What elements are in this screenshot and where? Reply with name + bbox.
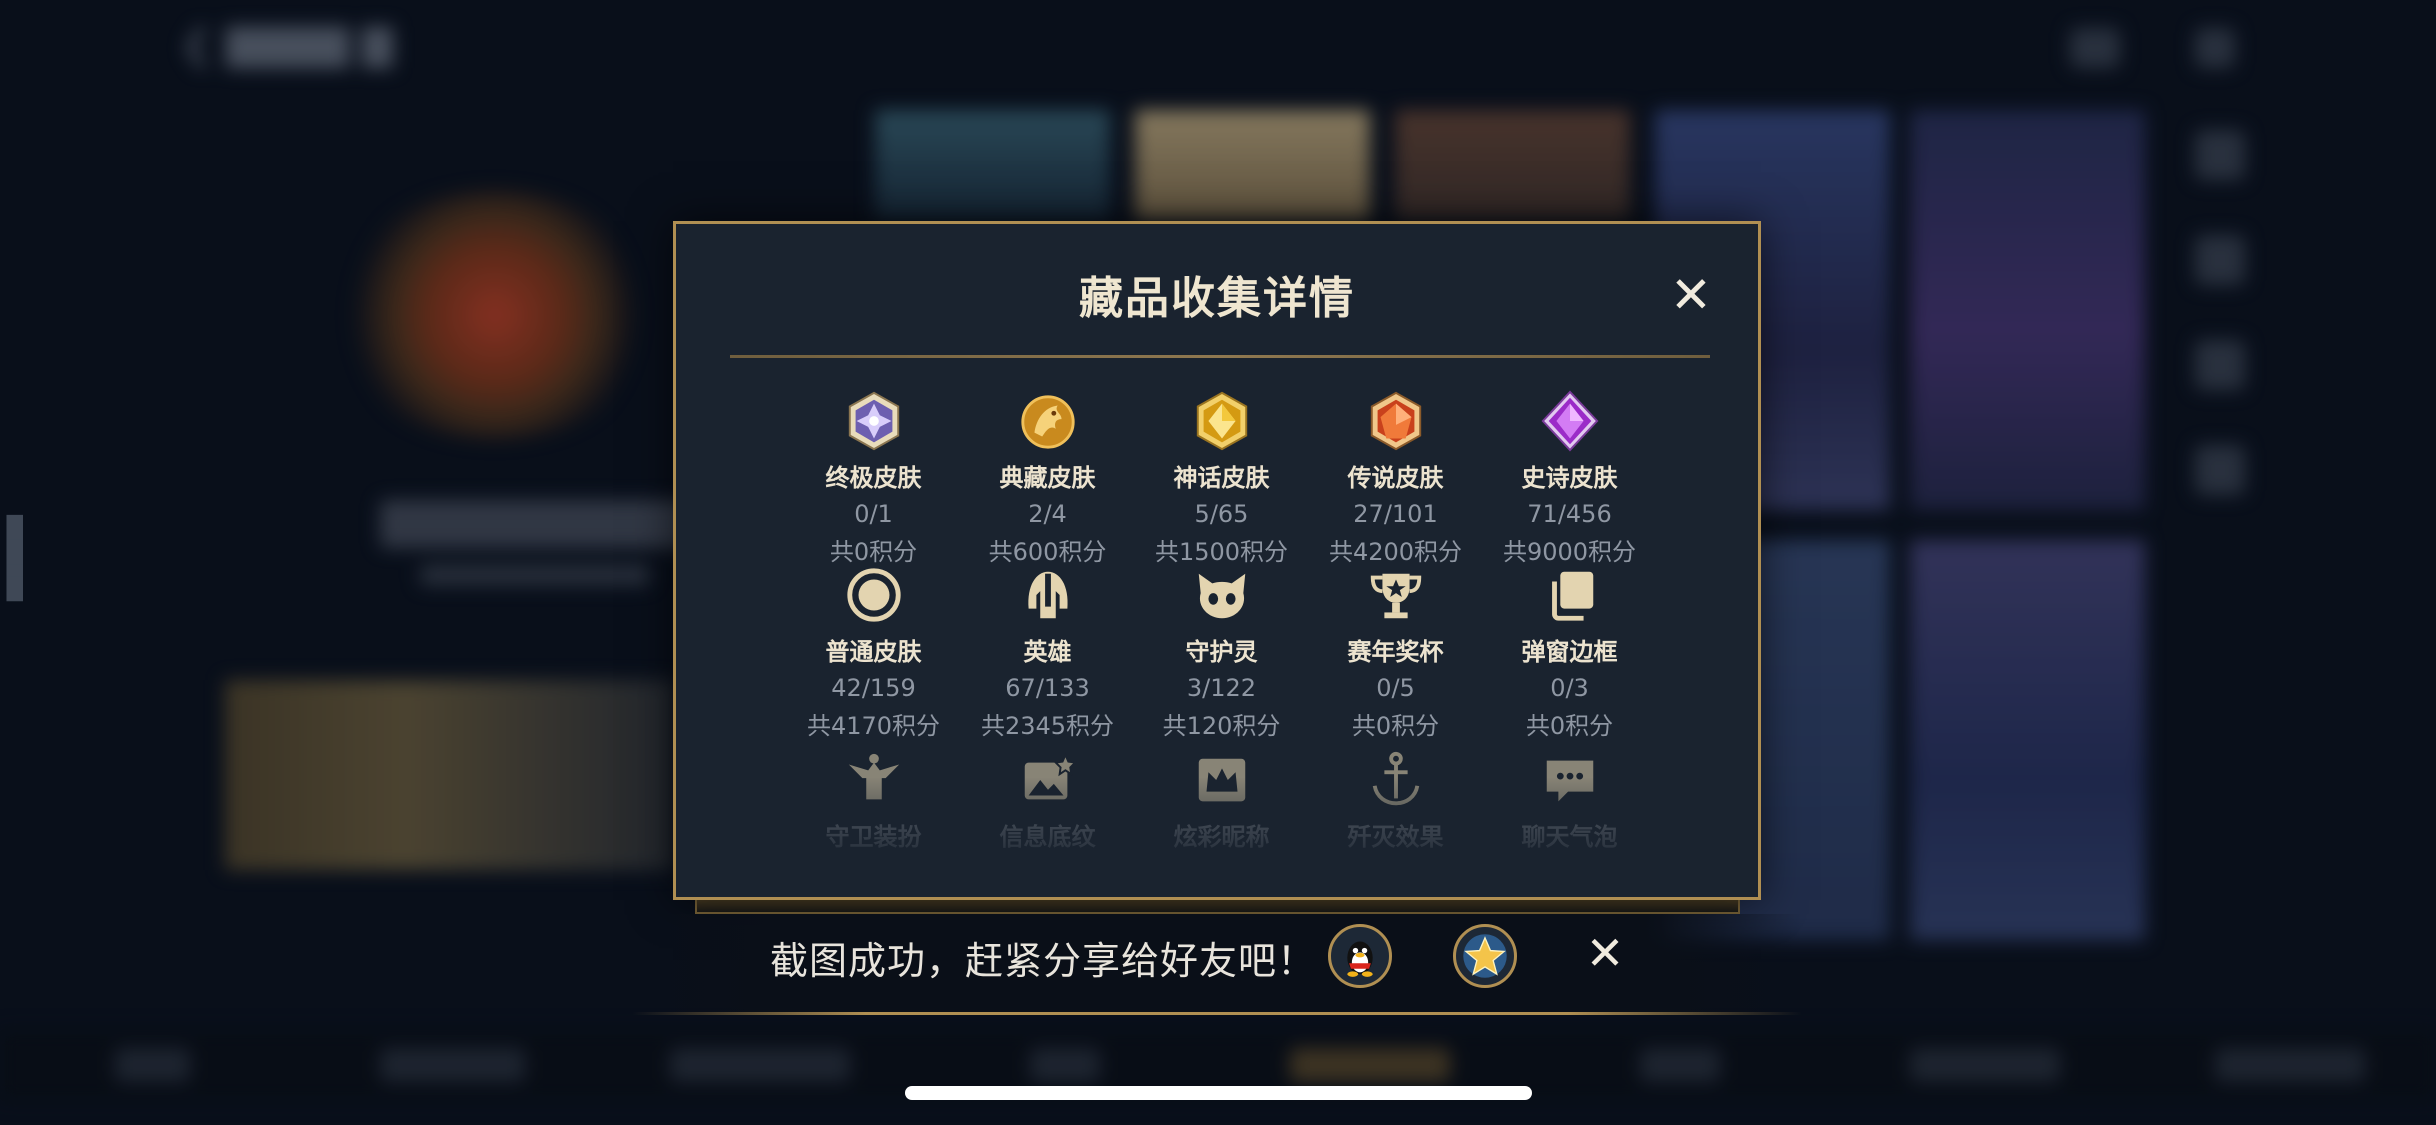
collection-item-ultimate-skin[interactable]: 终极皮肤 0/1 共0积分	[786, 390, 961, 567]
epic-skin-icon	[1541, 390, 1598, 452]
item-count: 67/133	[1005, 674, 1090, 702]
item-label: 典藏皮肤	[999, 464, 1096, 492]
item-points: 共600积分	[988, 538, 1107, 566]
item-count: 0/1	[854, 500, 893, 528]
item-points: 共4170积分	[806, 712, 941, 740]
item-points: 共2345积分	[980, 712, 1115, 740]
share-favorite-button[interactable]	[1453, 924, 1517, 988]
annihilation-effect-icon	[1372, 751, 1419, 806]
trophy-icon	[1370, 573, 1421, 619]
item-label: 史诗皮肤	[1521, 464, 1618, 492]
info-background-icon	[1024, 752, 1077, 800]
side-watermark: ▇▇▇▇▇▇▇	[4, 515, 23, 602]
collection-item-hero[interactable]: 英雄 67/133 共2345积分	[960, 564, 1135, 741]
collection-item-legend-skin[interactable]: 传说皮肤 27/101 共4200积分	[1308, 390, 1483, 567]
share-toast-underline	[632, 1012, 1802, 1015]
collection-item-mythic-skin[interactable]: 神话皮肤 5/65 共1500积分	[1134, 390, 1309, 567]
legend-skin-icon	[1370, 391, 1421, 451]
share-qq-button[interactable]	[1328, 924, 1392, 988]
item-count: 71/456	[1527, 500, 1612, 528]
item-label: 神话皮肤	[1173, 464, 1270, 492]
normal-skin-icon	[846, 568, 901, 622]
item-count: 5/65	[1194, 500, 1249, 528]
item-count: 27/101	[1353, 500, 1438, 528]
item-points: 共4200积分	[1328, 538, 1463, 566]
item-points: 共9000积分	[1502, 538, 1637, 566]
item-label: 传说皮肤	[1347, 464, 1444, 492]
collection-item-info-background[interactable]: 信息底纹	[960, 749, 1135, 852]
home-indicator	[905, 1086, 1532, 1100]
item-label: 歼灭效果	[1347, 823, 1444, 851]
collection-item-chat-bubble[interactable]: 聊天气泡	[1482, 749, 1657, 852]
item-label: 英雄	[1023, 638, 1072, 666]
item-label: 聊天气泡	[1521, 823, 1618, 851]
item-label: 弹窗边框	[1521, 638, 1618, 666]
item-label: 炫彩昵称	[1173, 823, 1270, 851]
hero-helmet-icon	[1027, 571, 1068, 619]
item-label: 信息底纹	[999, 823, 1096, 851]
item-points: 共0积分	[1525, 712, 1614, 740]
collection-item-guardian-spirit[interactable]: 守护灵 3/122 共120积分	[1134, 564, 1309, 741]
collection-item-collection-skin[interactable]: 典藏皮肤 2/4 共600积分	[960, 390, 1135, 567]
share-message: 截图成功，赶紧分享给好友吧！	[770, 939, 1317, 983]
collection-item-popup-frame[interactable]: 弹窗边框 0/3 共0积分	[1482, 564, 1657, 741]
chat-bubble-icon	[1546, 760, 1593, 802]
item-points: 共1500积分	[1154, 538, 1289, 566]
item-label: 赛年奖杯	[1347, 638, 1444, 666]
modal-bottom-plate	[695, 900, 1740, 914]
item-count: 2/4	[1028, 500, 1067, 528]
qq-penguin-icon	[1347, 941, 1373, 977]
collection-skin-icon	[1020, 395, 1075, 449]
item-count: 42/159	[831, 674, 916, 702]
collection-grid: 终极皮肤 0/1 共0积分 典藏皮肤 2/4 共600积分 神话皮肤 5/65 …	[676, 224, 1758, 897]
collection-item-season-trophy[interactable]: 赛年奖杯 0/5 共0积分	[1308, 564, 1483, 741]
collection-item-annihilation-effect[interactable]: 歼灭效果	[1308, 749, 1483, 852]
guard-costume-icon	[848, 753, 899, 800]
item-count: 0/5	[1376, 674, 1415, 702]
item-label: 普通皮肤	[825, 638, 922, 666]
item-label: 守卫装扮	[825, 823, 922, 851]
collection-item-guard-costume[interactable]: 守卫装扮	[786, 749, 961, 852]
share-close-button[interactable]: ✕	[1580, 928, 1630, 978]
guardian-spirit-icon	[1198, 573, 1245, 619]
item-label: 终极皮肤	[825, 464, 922, 492]
collection-item-epic-skin[interactable]: 史诗皮肤 71/456 共9000积分	[1482, 390, 1657, 567]
collection-item-colorful-nickname[interactable]: 炫彩昵称	[1134, 749, 1309, 852]
colorful-nickname-icon	[1198, 758, 1245, 802]
mythic-skin-icon	[1196, 391, 1247, 451]
popup-frame-icon	[1551, 571, 1593, 621]
item-label: 守护灵	[1185, 638, 1258, 666]
star-icon	[1463, 934, 1507, 978]
collection-details-modal: 藏品收集详情 ✕ 终极皮肤 0/1 共0积分 典藏皮肤 2/4 共600积分 神…	[673, 221, 1761, 900]
item-points: 共0积分	[829, 538, 918, 566]
ultimate-skin-icon	[848, 391, 899, 451]
collection-item-normal-skin[interactable]: 普通皮肤 42/159 共4170积分	[786, 564, 961, 741]
item-count: 3/122	[1186, 674, 1257, 702]
item-points: 共120积分	[1162, 712, 1281, 740]
item-points: 共0积分	[1351, 712, 1440, 740]
item-count: 0/3	[1550, 674, 1589, 702]
